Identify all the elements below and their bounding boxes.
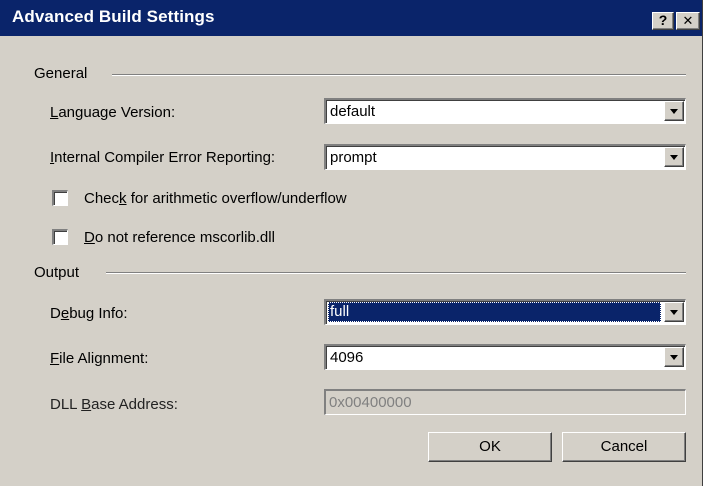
dll-base-address-field: 0x00400000 bbox=[324, 389, 686, 415]
debug-info-combo[interactable]: full bbox=[324, 299, 686, 325]
chevron-down-icon[interactable] bbox=[664, 147, 684, 167]
title-bar[interactable]: Advanced Build Settings ? ✕ bbox=[0, 0, 702, 36]
language-version-combo[interactable]: default bbox=[324, 98, 686, 124]
debug-info-label: Debug Info: bbox=[50, 305, 128, 322]
ice-reporting-label: Internal Compiler Error Reporting: bbox=[50, 149, 276, 166]
language-version-label-text: anguage Version: bbox=[58, 104, 176, 121]
ice-reporting-combo[interactable]: prompt bbox=[324, 144, 686, 170]
output-divider bbox=[106, 272, 686, 274]
chevron-down-icon[interactable] bbox=[664, 101, 684, 121]
chevron-down-icon[interactable] bbox=[664, 347, 684, 367]
no-mscorlib-checkbox[interactable] bbox=[52, 229, 68, 245]
no-mscorlib-checkbox-label[interactable]: Do not reference mscorlib.dll bbox=[84, 229, 275, 246]
ice-reporting-value: prompt bbox=[330, 149, 377, 166]
chevron-down-icon[interactable] bbox=[664, 302, 684, 322]
cancel-button[interactable]: Cancel bbox=[562, 432, 686, 462]
file-alignment-label: File Alignment: bbox=[50, 350, 149, 367]
debug-info-value: full bbox=[328, 302, 661, 322]
dialog-title: Advanced Build Settings bbox=[12, 7, 215, 26]
overflow-checkbox[interactable] bbox=[52, 190, 68, 206]
file-alignment-value: 4096 bbox=[330, 349, 364, 366]
close-button[interactable]: ✕ bbox=[676, 12, 700, 30]
language-version-value: default bbox=[330, 103, 376, 120]
general-group-label: General bbox=[34, 65, 92, 82]
file-alignment-combo[interactable]: 4096 bbox=[324, 344, 686, 370]
output-group-label: Output bbox=[34, 264, 84, 281]
dll-base-address-value: 0x00400000 bbox=[329, 394, 412, 411]
close-icon: ✕ bbox=[682, 13, 694, 28]
language-version-label: Language Version: bbox=[50, 104, 176, 121]
general-divider bbox=[112, 74, 686, 76]
help-button[interactable]: ? bbox=[652, 12, 674, 30]
advanced-build-settings-dialog: Advanced Build Settings ? ✕ General Lang… bbox=[0, 0, 703, 486]
dll-base-address-label: DLL Base Address: bbox=[50, 396, 178, 413]
ok-button[interactable]: OK bbox=[428, 432, 552, 462]
overflow-checkbox-label[interactable]: Check for arithmetic overflow/underflow bbox=[84, 190, 347, 207]
